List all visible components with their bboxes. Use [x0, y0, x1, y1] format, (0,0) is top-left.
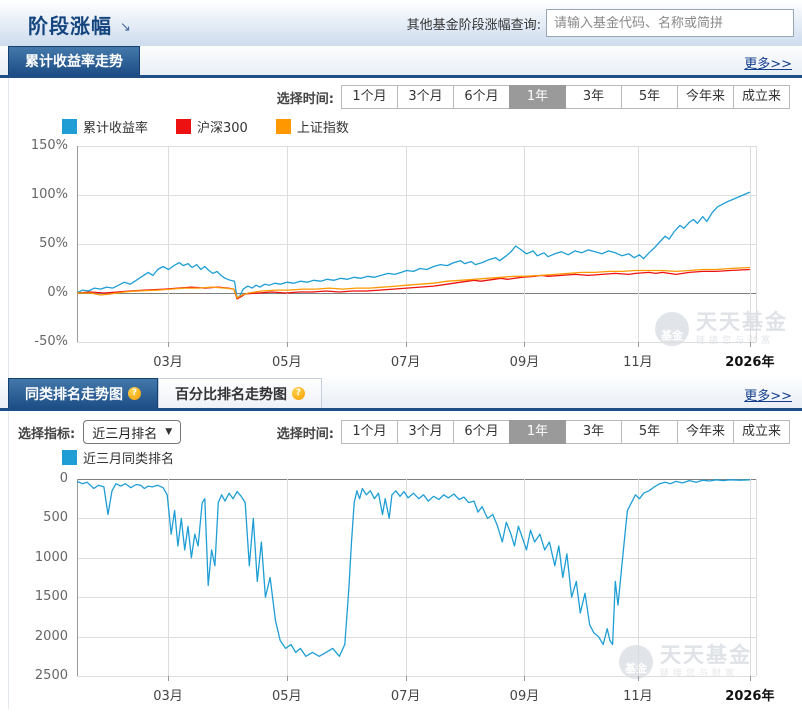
x-axis-label: 03月: [153, 355, 183, 370]
tabbar-cumulative-return: 累计收益率走势 更多>>: [0, 46, 802, 78]
tab-label: 同类排名走势图: [25, 386, 123, 403]
time-button-今年来[interactable]: 今年来: [677, 85, 734, 109]
x-axis-label: 11月: [623, 689, 653, 704]
time-label: 选择时间:: [276, 91, 334, 107]
x-axis-label: 11月: [623, 355, 653, 370]
help-icon[interactable]: ?: [292, 387, 305, 400]
time-label: 选择时间:: [276, 426, 334, 442]
time-button-3年[interactable]: 3年: [565, 85, 622, 109]
legend-label: 上证指数: [296, 121, 349, 136]
legend-item: 累计收益率: [62, 117, 148, 136]
more-link-section1[interactable]: 更多>>: [744, 53, 792, 72]
indicator-label: 选择指标:: [18, 426, 76, 442]
time-button-1年[interactable]: 1年: [509, 420, 566, 444]
help-icon[interactable]: ?: [128, 387, 141, 400]
time-button-1个月[interactable]: 1个月: [341, 420, 398, 444]
series-近三月同类排名: [77, 479, 750, 657]
tab-percentile-ranking[interactable]: 百分比排名走势图 ?: [158, 378, 322, 408]
y-axis-label: 1000: [34, 549, 68, 565]
x-axis-label: 07月: [390, 689, 421, 704]
header: 阶段涨幅 ↘ 其他基金阶段涨幅查询:: [0, 0, 802, 46]
y-axis-label: 2000: [34, 628, 68, 644]
time-button-1年[interactable]: 1年: [509, 85, 566, 109]
time-button-5年[interactable]: 5年: [621, 420, 678, 444]
y-axis-label: 0%: [47, 285, 68, 300]
legend-label: 近三月同类排名: [83, 452, 175, 467]
legend-swatch: [176, 119, 192, 134]
x-axis-label: 03月: [153, 689, 183, 704]
legend-label: 累计收益率: [83, 121, 149, 136]
tabbar-ranking: 同类排名走势图 ? 百分比排名走势图 ? 更多>>: [0, 378, 802, 411]
time-button-成立来[interactable]: 成立来: [733, 85, 790, 109]
indicator-select[interactable]: 近三月排名 ▼: [83, 420, 182, 444]
plot-area: [77, 479, 757, 681]
tab-cumulative-return[interactable]: 累计收益率走势: [8, 46, 140, 75]
tabs: 累计收益率走势: [8, 46, 140, 75]
fund-search-input[interactable]: [546, 9, 794, 37]
legend-swatch: [275, 119, 291, 134]
page-title: 阶段涨幅: [28, 14, 112, 38]
time-button-6个月[interactable]: 6个月: [453, 85, 510, 109]
time-button-3个月[interactable]: 3个月: [397, 85, 454, 109]
x-axis-label: 09月: [509, 689, 540, 704]
x-axis-label: 05月: [272, 355, 302, 370]
time-button-6个月[interactable]: 6个月: [453, 420, 510, 444]
y-axis-label: 2500: [34, 668, 68, 683]
peer-ranking-chart: 基金 天天基金 链接您与财富 0 500 1000 1500 2000 2500 03月 05…: [0, 470, 802, 704]
x-axis-label: 09月: [509, 355, 540, 370]
legend-item: 上证指数: [275, 117, 349, 136]
indicator-selector: 选择指标: 近三月排名 ▼: [18, 420, 182, 444]
x-axis-label: 05月: [272, 689, 302, 704]
legend-section1: 累计收益率 沪深300 上证指数: [62, 117, 349, 136]
time-button-成立来[interactable]: 成立来: [733, 420, 790, 444]
tab-label: 百分比排名走势图: [175, 386, 287, 403]
y-axis-label: 0: [59, 471, 68, 486]
legend-item: 沪深300: [176, 117, 248, 136]
plot-area: [77, 146, 757, 347]
chevron-down-icon: ▼: [165, 427, 173, 437]
time-button-5年[interactable]: 5年: [621, 85, 678, 109]
page: 阶段涨幅 ↘ 其他基金阶段涨幅查询: 累计收益率走势 更多>> 选择时间: 1个…: [0, 0, 802, 715]
time-button-今年来[interactable]: 今年来: [677, 420, 734, 444]
fund-search: 其他基金阶段涨幅查询:: [407, 9, 794, 37]
x-axis-label: 2026年: [725, 689, 775, 704]
time-selector-section2: 选择时间: 1个月 3个月 6个月 1年 3年 5年 今年来 成立来: [277, 420, 790, 444]
search-label: 其他基金阶段涨幅查询:: [406, 17, 541, 33]
time-buttons: 1个月 3个月 6个月 1年 3年 5年 今年来 成立来: [341, 85, 790, 109]
legend-section2: 近三月同类排名: [62, 448, 174, 467]
legend-item: 近三月同类排名: [62, 448, 174, 467]
tab-label: 累计收益率走势: [25, 54, 123, 70]
legend-swatch: [62, 119, 77, 134]
y-axis-label: 150%: [30, 138, 68, 153]
y-axis-label: 50%: [39, 236, 68, 251]
time-buttons: 1个月 3个月 6个月 1年 3年 5年 今年来 成立来: [341, 420, 790, 444]
y-axis-label: 100%: [30, 187, 68, 202]
more-link-section2[interactable]: 更多>>: [744, 385, 792, 404]
x-axis-label: 2026年: [725, 355, 775, 370]
legend-swatch: [62, 450, 77, 465]
indicator-value: 近三月排名: [92, 426, 158, 442]
tab-peer-ranking[interactable]: 同类排名走势图 ?: [8, 378, 158, 408]
time-button-3年[interactable]: 3年: [565, 420, 622, 444]
y-axis-label: -50%: [34, 334, 68, 349]
legend-label: 沪深300: [197, 121, 248, 136]
tabs: 同类排名走势图 ? 百分比排名走势图 ?: [8, 378, 322, 408]
y-axis-label: 1500: [34, 589, 68, 605]
time-button-3个月[interactable]: 3个月: [397, 420, 454, 444]
cumulative-return-chart: 基金 天天基金 链接您与财富 150% 100% 50% 0% -50% 03月 05月 07…: [0, 138, 802, 370]
x-axis-label: 07月: [390, 355, 421, 370]
time-button-1个月[interactable]: 1个月: [341, 85, 398, 109]
time-selector-section1: 选择时间: 1个月 3个月 6个月 1年 3年 5年 今年来 成立来: [277, 85, 790, 109]
y-axis-label: 500: [43, 510, 68, 526]
collapse-arrow-icon: ↘: [120, 20, 131, 35]
